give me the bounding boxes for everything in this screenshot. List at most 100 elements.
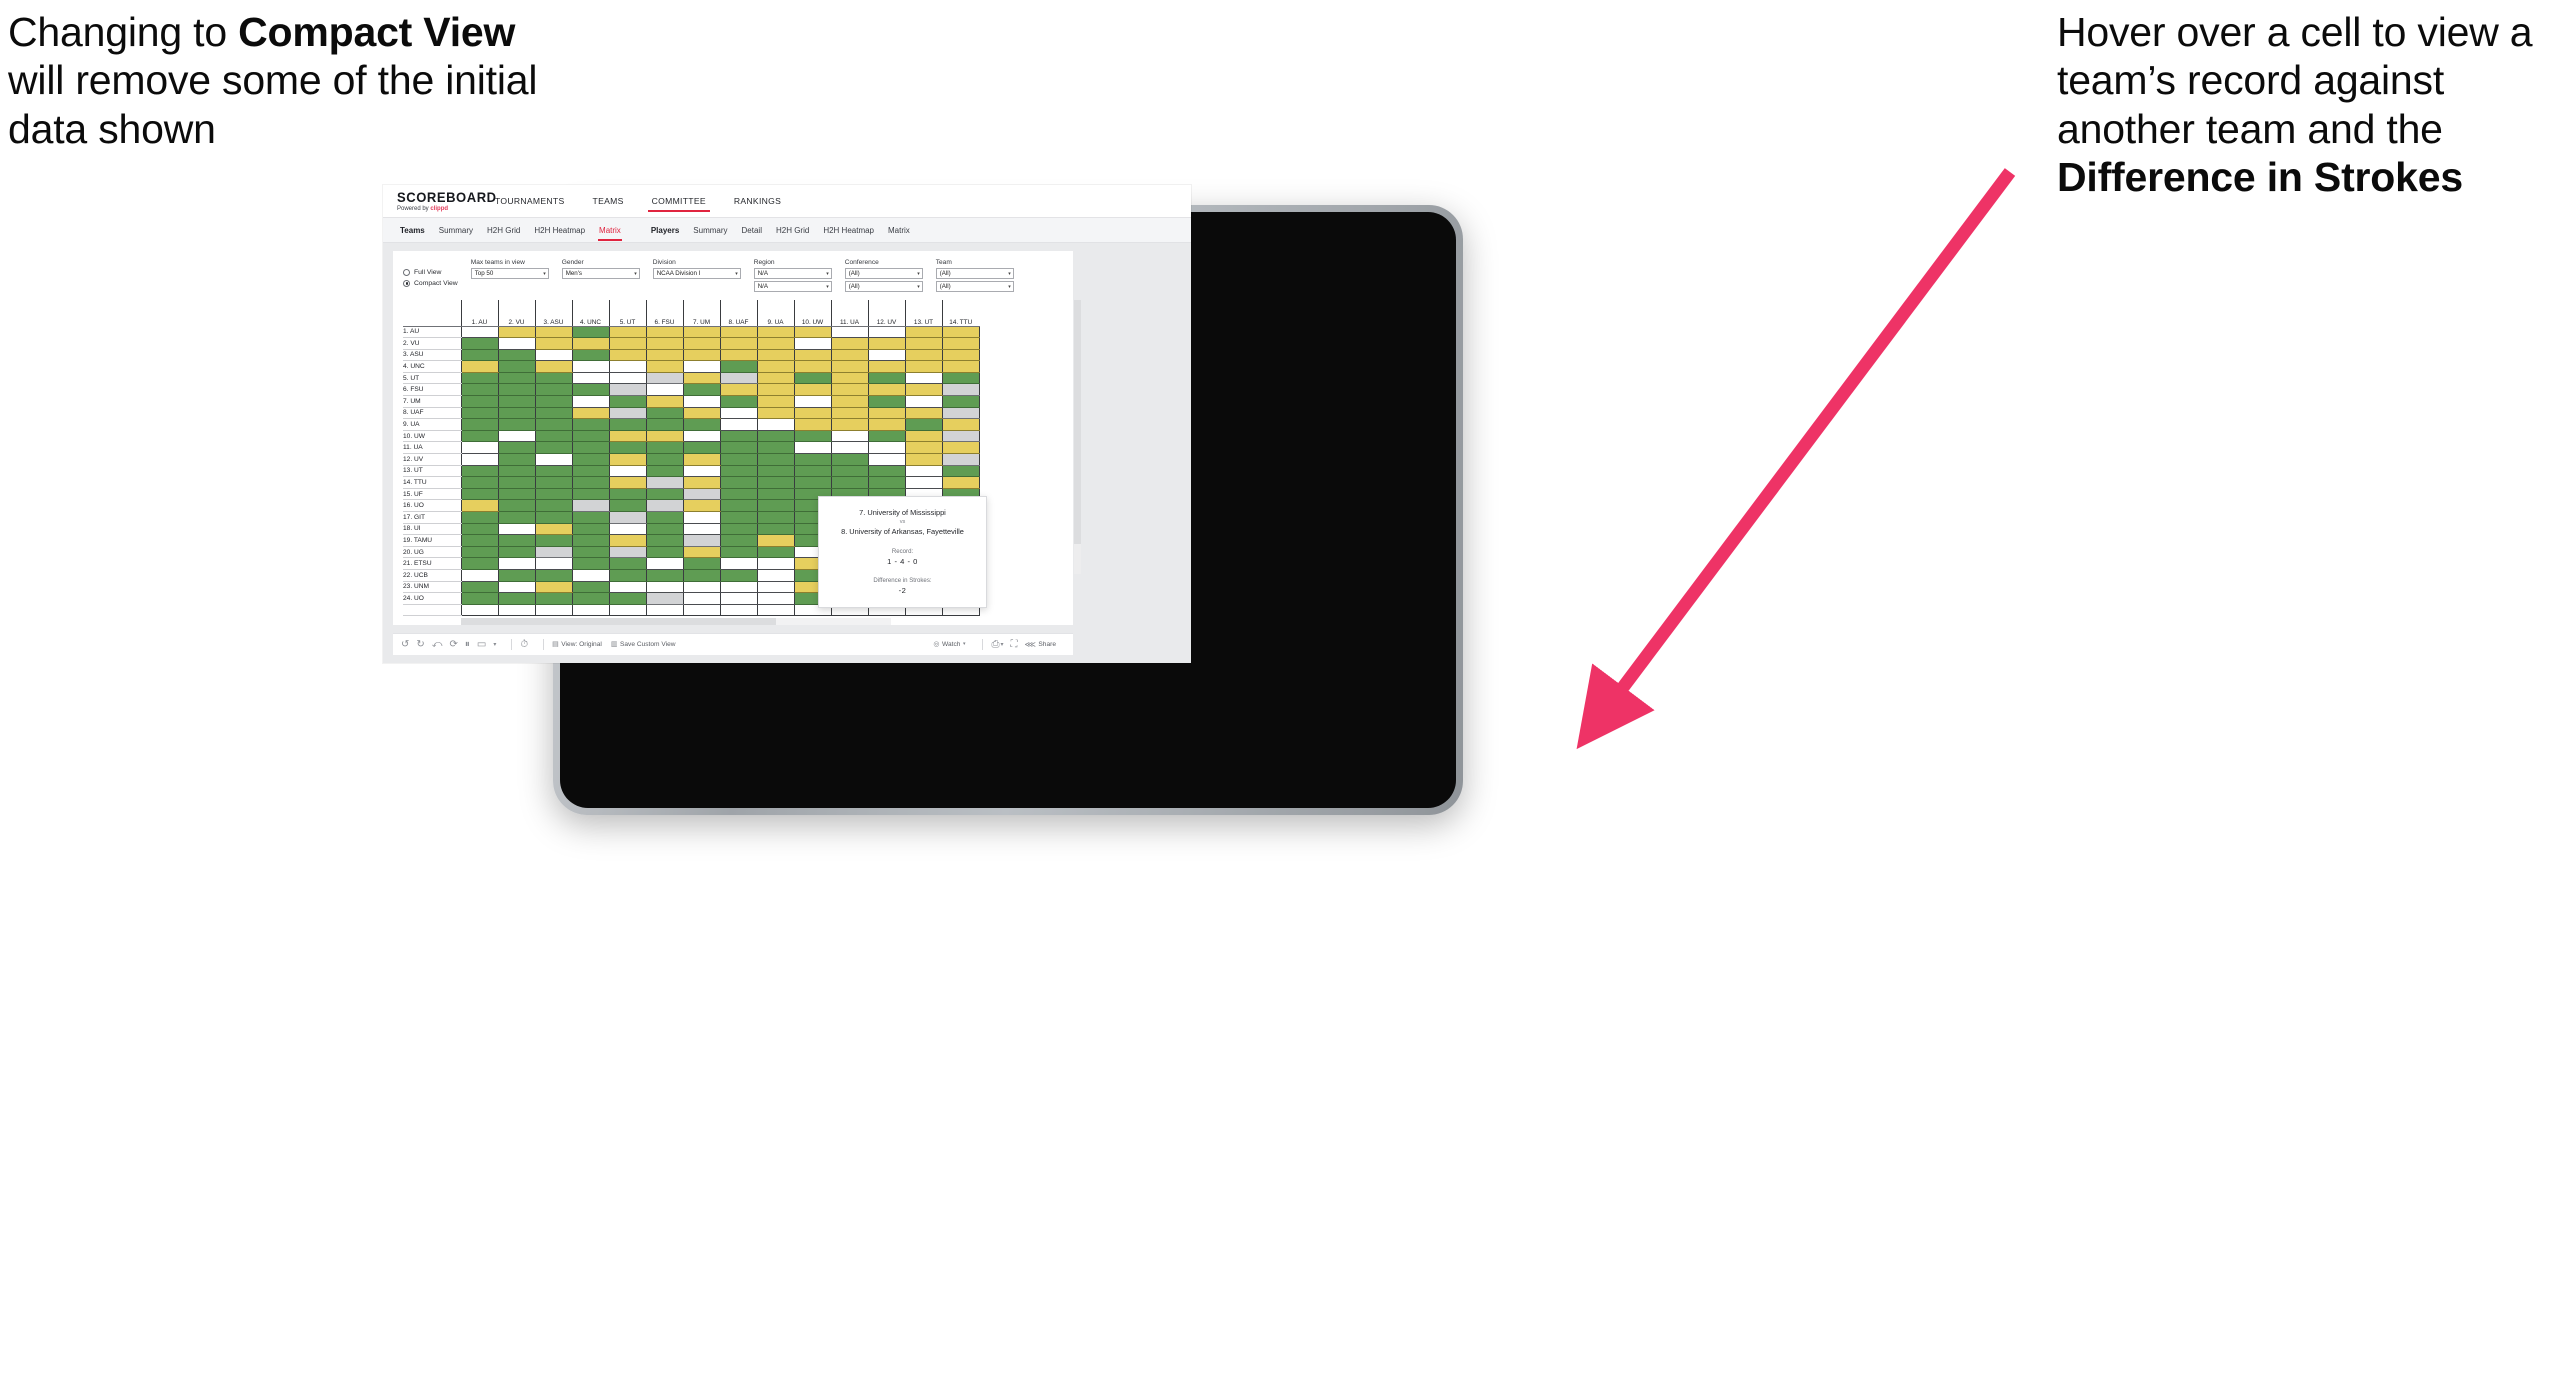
matrix-cell[interactable] (497, 476, 535, 489)
matrix-cell[interactable] (941, 372, 980, 385)
matrix-cell[interactable] (571, 569, 609, 582)
matrix-cell[interactable] (497, 534, 535, 547)
matrix-vertical-scroll-thumb[interactable] (1074, 300, 1081, 544)
matrix-cell[interactable] (867, 395, 905, 408)
tab-players-h2h-heatmap[interactable]: H2H Heatmap (816, 226, 881, 235)
matrix-cell[interactable] (756, 499, 794, 512)
matrix-cell[interactable] (534, 476, 572, 489)
matrix-cell[interactable] (793, 395, 831, 408)
matrix-cell[interactable] (830, 407, 868, 420)
matrix-cell[interactable] (608, 581, 646, 594)
matrix-cell[interactable] (756, 349, 794, 362)
matrix-cell[interactable] (904, 395, 942, 408)
matrix-cell[interactable] (460, 337, 498, 350)
matrix-cell[interactable] (534, 383, 572, 397)
history-icon[interactable]: ⏱ (520, 639, 528, 650)
undo-icon[interactable]: ↺ (401, 639, 409, 650)
matrix-cell[interactable] (571, 337, 609, 350)
matrix-cell[interactable] (571, 349, 609, 362)
matrix-cell[interactable] (941, 441, 980, 455)
matrix-cell[interactable] (534, 592, 572, 605)
matrix-cell[interactable] (719, 581, 757, 594)
matrix-cell[interactable] (719, 337, 757, 350)
matrix-cell[interactable] (830, 453, 868, 466)
matrix-cell[interactable] (756, 546, 794, 559)
matrix-cell[interactable] (756, 453, 794, 466)
matrix-cell[interactable] (571, 581, 609, 594)
matrix-cell[interactable] (460, 581, 498, 594)
filter-region-select-2[interactable]: N/A ▾ (753, 281, 832, 292)
matrix-cell[interactable] (830, 395, 868, 408)
tab-players-h2h-grid[interactable]: H2H Grid (769, 226, 816, 235)
matrix-cell[interactable] (645, 488, 683, 501)
matrix-cell[interactable] (608, 465, 646, 478)
matrix-cell[interactable] (756, 337, 794, 350)
matrix-cell[interactable] (904, 372, 942, 385)
matrix-cell[interactable] (904, 476, 942, 489)
matrix-cell[interactable] (904, 465, 942, 478)
matrix-cell[interactable] (608, 349, 646, 362)
matrix-cell[interactable] (534, 453, 572, 466)
matrix-cell[interactable] (571, 430, 609, 443)
matrix-cell[interactable] (608, 430, 646, 443)
matrix-cell[interactable] (867, 476, 905, 489)
matrix-cell[interactable] (682, 418, 720, 431)
matrix-cell[interactable] (645, 407, 683, 420)
matrix-cell[interactable] (460, 453, 498, 466)
radio-full-view[interactable]: Full View (403, 268, 458, 276)
matrix-cell[interactable] (867, 326, 905, 339)
matrix-cell[interactable] (941, 476, 980, 489)
matrix-cell[interactable] (830, 465, 868, 478)
nav-committee[interactable]: COMMITTEE (638, 185, 720, 217)
matrix-cell[interactable] (719, 326, 757, 339)
matrix-cell[interactable] (534, 349, 572, 362)
matrix-cell[interactable] (941, 430, 980, 443)
matrix-cell[interactable] (571, 465, 609, 478)
matrix-horizontal-scrollbar[interactable] (461, 618, 891, 626)
view-original-button[interactable]: ▤ View: Original (552, 641, 602, 648)
matrix-cell[interactable] (719, 511, 757, 524)
matrix-cell[interactable] (608, 407, 646, 420)
matrix-cell[interactable] (645, 534, 683, 547)
matrix-cell[interactable] (793, 465, 831, 478)
matrix-cell[interactable] (719, 476, 757, 489)
custom-views-icon[interactable]: ▭ (477, 639, 486, 650)
matrix-cell[interactable] (941, 383, 980, 397)
matrix-cell[interactable] (460, 326, 498, 339)
matrix-cell[interactable] (793, 430, 831, 443)
matrix-cell[interactable] (756, 383, 794, 397)
matrix-cell[interactable] (756, 418, 794, 431)
matrix-cell[interactable] (534, 326, 572, 339)
nav-teams[interactable]: TEAMS (579, 185, 638, 217)
matrix-cell[interactable] (719, 569, 757, 582)
radio-full-view-dot[interactable] (403, 268, 410, 276)
redo-icon[interactable]: ↻ (416, 639, 424, 650)
matrix-cell[interactable] (793, 418, 831, 431)
matrix-cell[interactable] (756, 592, 794, 605)
matrix-cell[interactable] (497, 395, 535, 408)
matrix-cell[interactable] (497, 360, 535, 373)
matrix-cell[interactable] (719, 430, 757, 443)
chevron-down-icon[interactable]: ▾ (735, 269, 738, 278)
matrix-cell[interactable] (793, 476, 831, 489)
filter-team-select-2[interactable]: (All) ▾ (935, 281, 1014, 292)
tab-players-summary[interactable]: Summary (686, 226, 734, 235)
matrix-cell[interactable] (867, 360, 905, 373)
matrix-cell[interactable] (608, 592, 646, 605)
matrix-cell[interactable] (719, 349, 757, 362)
matrix-cell[interactable] (645, 418, 683, 431)
chevron-down-icon[interactable]: ▾ (1008, 269, 1011, 278)
matrix-cell[interactable] (719, 499, 757, 512)
matrix-cell[interactable] (904, 326, 942, 339)
matrix-cell[interactable] (682, 476, 720, 489)
matrix-cell[interactable] (867, 453, 905, 466)
matrix-cell[interactable] (756, 569, 794, 582)
matrix-cell[interactable] (756, 523, 794, 536)
matrix-cell[interactable] (571, 499, 609, 512)
matrix-cell[interactable] (571, 476, 609, 489)
tab-teams-h2h-heatmap[interactable]: H2H Heatmap (527, 226, 592, 235)
matrix-cell[interactable] (608, 441, 646, 455)
matrix-cell[interactable] (497, 337, 535, 350)
matrix-cell[interactable] (682, 592, 720, 605)
matrix-cell[interactable] (608, 418, 646, 431)
